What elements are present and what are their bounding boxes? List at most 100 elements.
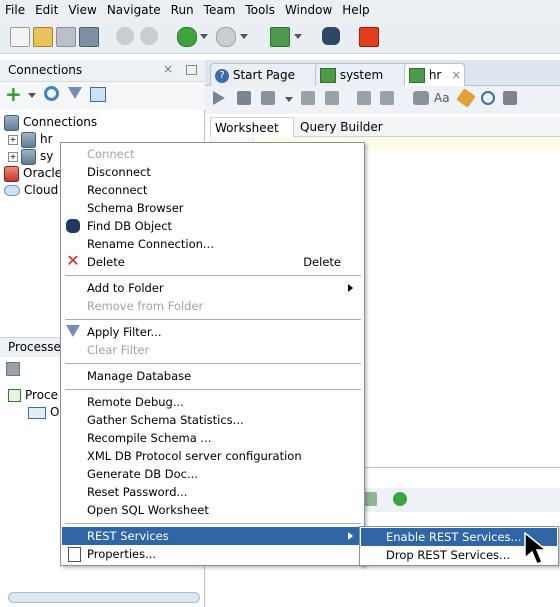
menu-item-delete[interactable]: ✕ Delete Delete: [62, 253, 363, 271]
filter-icon[interactable]: [68, 87, 82, 99]
submenu-arrow-icon: [348, 532, 353, 540]
sql-tuning-icon[interactable]: [325, 91, 339, 105]
menu-item-reset-password[interactable]: Reset Password...: [62, 483, 363, 501]
delete-shortcut: Delete: [303, 255, 341, 269]
menu-item-disconnect[interactable]: Disconnect: [62, 163, 363, 181]
submenu-arrow-icon: [348, 284, 353, 292]
menu-run[interactable]: Run: [166, 0, 199, 20]
autotrace-icon[interactable]: [261, 91, 275, 105]
minimize-icon[interactable]: [186, 65, 197, 75]
commit-icon[interactable]: [357, 91, 371, 105]
binoculars-icon[interactable]: [322, 27, 340, 45]
menu-help[interactable]: Help: [337, 0, 374, 20]
menu-window[interactable]: Window: [280, 0, 337, 20]
help-icon: ?: [215, 68, 229, 83]
autotrace-dropdown-icon[interactable]: [285, 97, 293, 102]
menu-item-remote-debug[interactable]: Remote Debug...: [62, 393, 363, 411]
tree-root-connections[interactable]: Connections: [4, 114, 97, 131]
explain-plan-icon[interactable]: [301, 91, 315, 105]
menu-separator: [65, 389, 361, 390]
connections-toolbar: +: [0, 82, 205, 110]
sql-worksheet-icon[interactable]: [270, 27, 290, 47]
tree-item-system[interactable]: + sy: [8, 148, 53, 165]
open-folder-icon[interactable]: [33, 27, 53, 47]
menu-item-rename-connection[interactable]: Rename Connection...: [62, 235, 363, 253]
forward-icon[interactable]: [216, 27, 236, 47]
clear-icon[interactable]: [456, 88, 476, 108]
forward-dropdown-icon[interactable]: [240, 34, 248, 39]
back-dropdown-icon[interactable]: [200, 34, 208, 39]
close-tab-icon[interactable]: ×: [451, 68, 461, 82]
forward-arrow-icon[interactable]: [393, 492, 407, 506]
menu-item-properties[interactable]: Properties...: [62, 545, 363, 563]
tab-hr[interactable]: hr ×: [404, 63, 465, 87]
change-case-icon[interactable]: Aa: [434, 91, 450, 105]
menu-item-apply-filter[interactable]: Apply Filter...: [62, 323, 363, 341]
stop-process-icon[interactable]: [6, 362, 20, 376]
tab-system[interactable]: system: [315, 63, 409, 87]
tools-icon[interactable]: [503, 91, 517, 105]
back-icon[interactable]: [177, 27, 197, 47]
worksheet-subtabs: Worksheet Query Builder: [210, 117, 560, 137]
menu-item-remove-from-folder: Remove from Folder: [87, 299, 204, 313]
menu-item-xml-db-protocol[interactable]: XML DB Protocol server configuration: [62, 447, 363, 465]
run-script-icon[interactable]: [237, 91, 251, 105]
cloud-icon: [4, 185, 20, 196]
menu-item-rest-services[interactable]: REST Services: [62, 527, 363, 545]
stop-icon[interactable]: [359, 27, 379, 47]
expand-icon[interactable]: +: [8, 134, 18, 145]
menu-item-find-db-object[interactable]: Find DB Object: [62, 217, 363, 235]
sql-connection-icon: [320, 68, 336, 83]
menu-item-manage-database[interactable]: Manage Database: [62, 367, 363, 385]
menu-edit[interactable]: Edit: [30, 0, 63, 20]
menu-team[interactable]: Team: [199, 0, 241, 20]
menu-item-open-sql-worksheet[interactable]: Open SQL Worksheet: [62, 501, 363, 519]
main-toolbar: [0, 20, 560, 54]
menu-item-add-to-folder[interactable]: Add to Folder: [62, 279, 363, 297]
menu-item-reconnect[interactable]: Reconnect: [62, 181, 363, 199]
menu-separator: [65, 523, 361, 524]
tree-item-oracle[interactable]: Oracle: [4, 165, 62, 182]
tab-start-page[interactable]: ? Start Page: [210, 63, 320, 87]
menu-file[interactable]: File: [0, 0, 30, 20]
menu-item-clear-filter: Clear Filter: [87, 343, 150, 357]
tab-query-builder[interactable]: Query Builder: [296, 117, 387, 137]
sql-tuning-advisor-icon[interactable]: [481, 91, 495, 105]
menu-view[interactable]: View: [63, 0, 101, 20]
tree-item-process[interactable]: Proce: [8, 387, 58, 404]
add-connection-icon[interactable]: +: [5, 84, 22, 104]
menu-item-recompile-schema[interactable]: Recompile Schema ...: [62, 429, 363, 447]
menu-navigate[interactable]: Navigate: [102, 0, 166, 20]
edit-icon[interactable]: [363, 492, 377, 506]
menu-item-schema-browser[interactable]: Schema Browser: [62, 199, 363, 217]
tree-item-cloud[interactable]: Cloud: [4, 182, 58, 199]
connections-panel-header: Connections ×: [0, 60, 205, 82]
menu-bar: File Edit View Navigate Run Team Tools W…: [0, 0, 560, 20]
rollback-icon[interactable]: [380, 91, 394, 105]
editor-toolbar: Aa: [205, 86, 560, 114]
connections-folder-icon: [4, 114, 19, 131]
menu-item-gather-schema-statistics[interactable]: Gather Schema Statistics...: [62, 411, 363, 429]
close-icon[interactable]: ×: [163, 62, 173, 76]
expand-icon[interactable]: +: [8, 151, 18, 162]
run-statement-icon[interactable]: [213, 91, 225, 105]
save-all-icon[interactable]: [79, 27, 99, 47]
tab-worksheet[interactable]: Worksheet: [210, 117, 294, 137]
sql-history-icon[interactable]: [413, 91, 429, 105]
tree-item-hr[interactable]: + hr: [8, 131, 53, 148]
processes-panel-title: Processe: [8, 340, 61, 354]
refresh-icon[interactable]: [44, 86, 59, 101]
tree-item-process-child[interactable]: O: [28, 404, 59, 421]
menu-tools[interactable]: Tools: [240, 0, 280, 20]
horizontal-scrollbar[interactable]: [8, 592, 200, 603]
undo-icon[interactable]: [116, 27, 134, 45]
sql-worksheet-dropdown-icon[interactable]: [294, 34, 302, 39]
new-file-icon[interactable]: [10, 27, 30, 47]
add-connection-dropdown-icon[interactable]: [28, 93, 36, 98]
menu-separator: [65, 319, 361, 320]
schema-browser-icon[interactable]: [90, 87, 106, 102]
save-icon[interactable]: [56, 27, 76, 47]
menu-item-generate-db-doc[interactable]: Generate DB Doc...: [62, 465, 363, 483]
redo-icon[interactable]: [140, 27, 158, 45]
connections-panel-title: Connections: [8, 63, 83, 77]
